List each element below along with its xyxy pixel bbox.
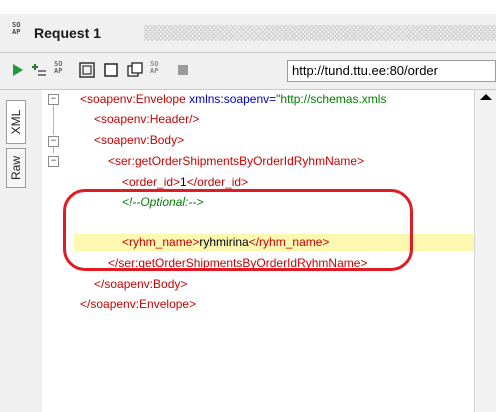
add-assertion-icon[interactable]: [30, 61, 48, 79]
window-title: Request 1: [34, 25, 101, 41]
toolbar: SO AP SO AP http://tund.ttu.ee:80/order: [0, 53, 496, 90]
fold-line: [53, 105, 54, 135]
fold-toggle-envelope[interactable]: −: [48, 94, 59, 105]
soap-icon: SO AP: [12, 21, 21, 36]
soap-icon[interactable]: SO AP: [54, 61, 72, 79]
code-line: <order_id>1</order_id>: [122, 175, 249, 189]
clone-icon[interactable]: [126, 61, 144, 79]
recreate-icon[interactable]: [78, 61, 96, 79]
code-line: <soapenv:Header/>: [94, 112, 200, 126]
tab-xml-label: XML: [9, 109, 23, 135]
run-icon[interactable]: [8, 61, 26, 79]
side-tabs: XML Raw: [0, 90, 43, 412]
code-line: </soapenv:Body>: [94, 277, 188, 291]
code-line: </soapenv:Envelope>: [80, 297, 197, 311]
code-line: <soapenv:Envelope xmlns:soapenv="http://…: [80, 92, 387, 106]
soap-icon-2[interactable]: SO AP: [150, 61, 168, 79]
title-grip: [144, 25, 496, 41]
top-strip: [0, 0, 496, 15]
fold-toggle-body[interactable]: −: [48, 136, 59, 147]
scroll-up-icon[interactable]: [480, 94, 492, 100]
tab-raw-label: Raw: [9, 155, 23, 181]
vertical-scrollbar[interactable]: [474, 90, 496, 412]
square-icon[interactable]: [102, 61, 120, 79]
stop-icon[interactable]: [174, 61, 192, 79]
title-bar: SO AP Request 1: [0, 14, 496, 53]
red-annotation-ellipse: [63, 189, 413, 271]
code-line: <soapenv:Body>: [94, 133, 185, 147]
endpoint-url-input[interactable]: http://tund.ttu.ee:80/order: [287, 60, 496, 82]
fold-line: [53, 147, 54, 153]
code-line: <ser:getOrderShipmentsByOrderIdRyhmName>: [108, 154, 365, 168]
tab-raw[interactable]: Raw: [6, 148, 26, 188]
fold-toggle-operation[interactable]: −: [48, 156, 59, 167]
tab-xml[interactable]: XML: [6, 100, 26, 144]
